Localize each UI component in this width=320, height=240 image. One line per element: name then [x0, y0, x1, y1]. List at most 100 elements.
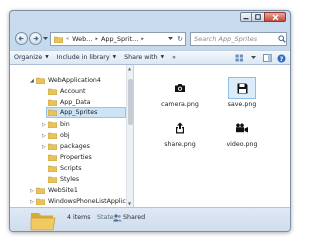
folder-icon	[48, 132, 57, 139]
tree-item-scripts[interactable]: Scripts	[48, 163, 82, 174]
organize-label: Organize	[14, 54, 43, 61]
search-icon[interactable]	[278, 35, 286, 43]
chevron-down-icon: ▼	[160, 55, 165, 60]
large-folder-icon	[30, 213, 56, 231]
close-button[interactable]	[264, 12, 286, 22]
folder-icon	[48, 154, 57, 161]
folder-icon	[48, 176, 57, 183]
scroll-down-icon[interactable]: ▼	[128, 201, 131, 206]
help-button[interactable]: ?	[276, 53, 287, 63]
camera-icon	[175, 84, 185, 92]
tree-item-label: App_Data	[60, 99, 91, 106]
view-grid-icon	[235, 54, 243, 62]
tree-item-website1[interactable]: ▷ WebSite1	[30, 185, 78, 196]
more-commands-button[interactable]: »	[168, 51, 180, 64]
folder-icon	[48, 109, 57, 116]
tree-item-label: Scripts	[60, 165, 82, 172]
folder-icon	[48, 165, 57, 172]
title-bar[interactable]	[10, 11, 290, 29]
tree-item-account[interactable]: Account	[48, 86, 85, 97]
tree-item-label: WindowsPhoneListApplic	[48, 198, 126, 205]
include-in-library-menu[interactable]: Include in library ▼	[53, 51, 120, 64]
file-name: camera.png	[161, 101, 199, 108]
breadcrumb-overflow-icon[interactable]: «	[66, 36, 69, 42]
file-item-share[interactable]: share.png	[158, 117, 202, 148]
file-thumbnail	[166, 77, 194, 99]
folder-icon	[48, 121, 57, 128]
tree-item-properties[interactable]: Properties	[48, 152, 92, 163]
explorer-window: « Web... ▸ App_Sprit... ▸ ↻ Organize ▼ I…	[9, 10, 291, 232]
chevron-down-icon: ▼	[45, 55, 49, 60]
details-pane: 4 items State: Shared	[10, 207, 290, 231]
share-icon	[176, 122, 184, 134]
file-thumbnail	[228, 77, 256, 99]
search-input[interactable]	[194, 35, 278, 43]
refresh-icon[interactable]: ↻	[177, 35, 183, 43]
folder-icon	[54, 36, 63, 43]
file-name: share.png	[164, 141, 196, 148]
floppy-disk-icon	[237, 83, 247, 93]
share-with-label: Share with	[124, 54, 158, 61]
item-count: 4 items	[67, 214, 91, 221]
view-options-button[interactable]	[248, 53, 259, 63]
organize-menu[interactable]: Organize ▼	[10, 51, 53, 64]
tree-item-label: obj	[60, 132, 70, 139]
minimize-button[interactable]	[240, 12, 252, 22]
maximize-icon	[255, 14, 261, 20]
scrollbar-thumb[interactable]	[128, 79, 133, 125]
tree-item-app-sprites[interactable]: App_Sprites	[46, 107, 126, 118]
file-list: camera.png save.png share.png video.png	[134, 65, 290, 207]
close-icon	[272, 14, 278, 20]
tree-item-windowsphonelistapplication[interactable]: ▷ WindowsPhoneListApplic	[30, 196, 126, 207]
chevron-down-icon	[251, 56, 256, 59]
state-value: Shared	[123, 214, 146, 221]
share-with-menu[interactable]: Share with ▼	[120, 51, 168, 64]
tree-item-label: WebSite1	[48, 187, 78, 194]
arrow-left-icon	[18, 36, 24, 41]
tree-item-label: WebApplication4	[48, 77, 101, 84]
navigation-scrollbar[interactable]: ▲ ▼	[126, 65, 133, 207]
chevron-down-icon: ▼	[112, 55, 117, 60]
tree-item-webapplication4[interactable]: ◢ WebApplication4	[30, 75, 101, 86]
preview-pane-icon	[263, 54, 272, 62]
file-item-video[interactable]: video.png	[220, 117, 264, 148]
folder-icon	[48, 99, 57, 106]
address-dropdown-icon[interactable]	[168, 37, 173, 41]
back-button[interactable]	[15, 32, 28, 45]
tree-item-label: Account	[60, 88, 86, 95]
tree-item-packages[interactable]: ▷ packages	[42, 141, 90, 152]
recent-pages-icon[interactable]	[43, 37, 48, 41]
arrow-right-icon	[33, 36, 39, 41]
help-icon: ?	[277, 54, 286, 63]
search-box	[190, 32, 287, 46]
file-item-save[interactable]: save.png	[220, 77, 264, 108]
tree-item-label: Styles	[60, 176, 80, 183]
navigation-pane: ◢ WebApplication4 Account App_Data App_S…	[10, 65, 134, 207]
breadcrumb-chevron-icon[interactable]: ▸	[95, 36, 98, 42]
address-bar[interactable]: « Web... ▸ App_Sprit... ▸ ↻	[50, 32, 186, 46]
folder-icon	[36, 187, 45, 194]
video-camera-icon	[236, 123, 248, 133]
file-name: video.png	[226, 141, 258, 148]
file-item-camera[interactable]: camera.png	[158, 77, 202, 108]
tree-item-label: Properties	[60, 154, 92, 161]
tree-item-obj[interactable]: ▷ obj	[42, 130, 70, 141]
command-bar: Organize ▼ Include in library ▼ Share wi…	[10, 50, 290, 65]
include-in-library-label: Include in library	[56, 54, 110, 61]
breadcrumb-web[interactable]: Web...	[72, 35, 92, 43]
maximize-button[interactable]	[252, 12, 264, 22]
forward-button[interactable]	[29, 32, 42, 45]
tree-item-styles[interactable]: Styles	[48, 174, 79, 185]
folder-icon	[48, 143, 57, 150]
breadcrumb-chevron-icon[interactable]: ▸	[141, 36, 144, 42]
file-name: save.png	[227, 101, 257, 108]
folder-icon	[36, 198, 45, 205]
scroll-up-icon[interactable]: ▲	[128, 66, 131, 71]
shared-users-icon	[113, 214, 122, 222]
tree-item-label: App_Sprites	[60, 109, 98, 116]
tree-item-bin[interactable]: ▷ bin	[42, 119, 70, 130]
preview-pane-button[interactable]	[262, 53, 273, 63]
breadcrumb-app-sprites[interactable]: App_Sprit...	[101, 35, 138, 43]
change-view-button[interactable]	[234, 53, 245, 63]
file-thumbnail	[228, 117, 256, 139]
